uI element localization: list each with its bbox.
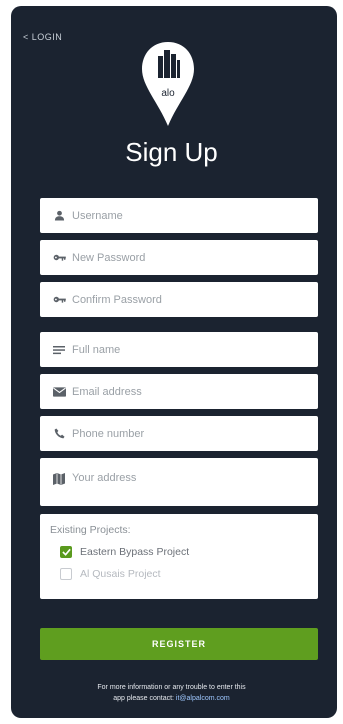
address-field[interactable] bbox=[40, 458, 318, 506]
full-name-field[interactable] bbox=[40, 332, 318, 367]
footer-prefix: app please contact: bbox=[113, 695, 176, 702]
user-icon bbox=[52, 209, 66, 223]
alo-logo: alo bbox=[142, 42, 194, 126]
full-name-input[interactable] bbox=[72, 343, 292, 356]
project-option-al-qusais[interactable]: Al Qusais Project bbox=[60, 568, 308, 580]
project-label: Eastern Bypass Project bbox=[80, 546, 190, 558]
new-password-field[interactable] bbox=[40, 240, 318, 275]
confirm-password-field[interactable] bbox=[40, 282, 318, 317]
username-field[interactable] bbox=[40, 198, 318, 233]
username-input[interactable] bbox=[72, 209, 292, 222]
footer-line-2: app please contact: it@alpalcom.com bbox=[0, 693, 343, 704]
phone-input[interactable] bbox=[72, 427, 292, 440]
map-icon bbox=[52, 472, 66, 486]
key-icon bbox=[52, 293, 66, 307]
existing-projects-label: Existing Projects: bbox=[50, 524, 131, 536]
footer-line-1: For more information or any trouble to e… bbox=[97, 684, 246, 691]
existing-projects-box: Existing Projects: Eastern Bypass Projec… bbox=[40, 514, 318, 599]
back-to-login-link[interactable]: < LOGIN bbox=[23, 32, 62, 42]
project-option-eastern-bypass[interactable]: Eastern Bypass Project bbox=[60, 546, 308, 558]
checkbox-checked-icon[interactable] bbox=[60, 546, 72, 558]
project-label: Al Qusais Project bbox=[80, 568, 161, 580]
page-title: Sign Up bbox=[125, 137, 218, 167]
phone-icon bbox=[52, 427, 66, 441]
new-password-input[interactable] bbox=[72, 251, 292, 264]
key-icon bbox=[52, 251, 66, 265]
logo-text: alo bbox=[161, 88, 175, 99]
support-email-link[interactable]: it@alpalcom.com bbox=[176, 695, 230, 702]
list-icon bbox=[52, 343, 66, 357]
checkbox-unchecked-icon[interactable] bbox=[60, 568, 72, 580]
footer-contact: For more information or any trouble to e… bbox=[0, 682, 343, 704]
email-field[interactable] bbox=[40, 374, 318, 409]
envelope-icon bbox=[52, 385, 66, 399]
register-button[interactable]: REGISTER bbox=[40, 628, 318, 660]
phone-field[interactable] bbox=[40, 416, 318, 451]
confirm-password-input[interactable] bbox=[72, 293, 292, 306]
address-input[interactable] bbox=[72, 472, 292, 484]
email-input[interactable] bbox=[72, 385, 292, 398]
